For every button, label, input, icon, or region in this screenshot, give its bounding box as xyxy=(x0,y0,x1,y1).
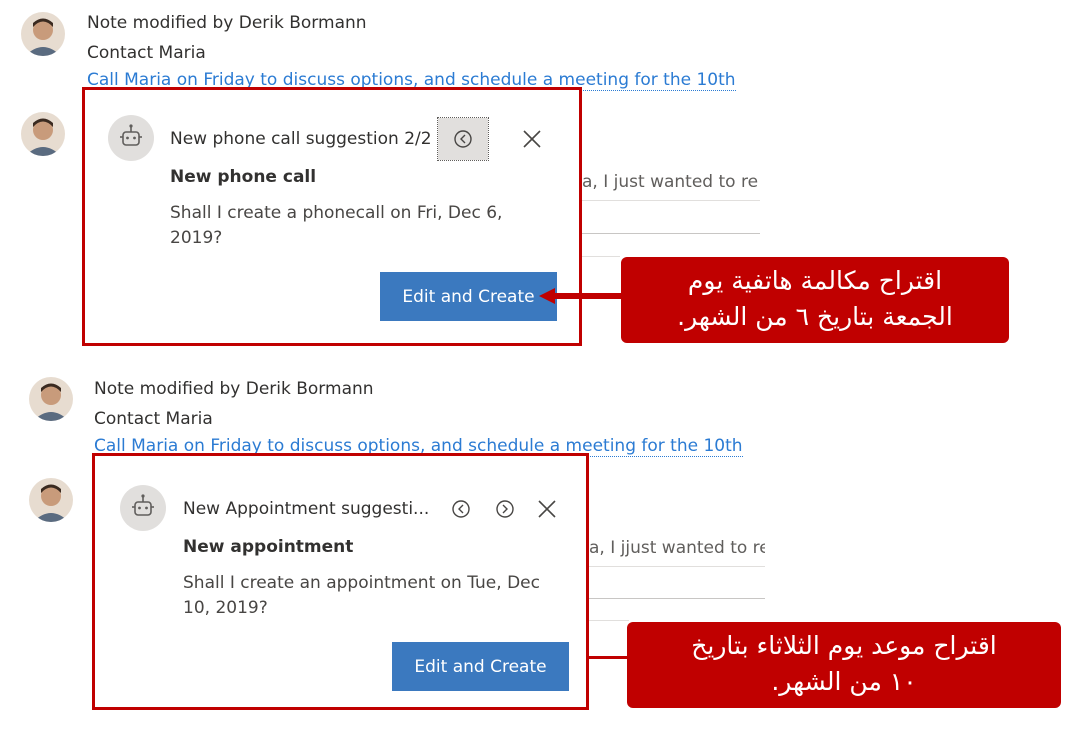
divider xyxy=(589,620,629,621)
divider xyxy=(589,566,765,567)
divider xyxy=(589,598,765,599)
callout-connector xyxy=(589,656,629,659)
note-subject: Contact Maria xyxy=(87,43,206,63)
callout-line-2: ١٠ من الشهر. xyxy=(771,667,917,696)
arabic-callout: اقتراح موعد يوم الثلاثاء بتاريخ ١٠ من ال… xyxy=(627,622,1061,708)
avatar xyxy=(29,377,73,421)
note-subject: Contact Maria xyxy=(94,409,213,429)
callout-arrow xyxy=(539,288,623,304)
highlight-frame xyxy=(82,87,582,346)
background-text: a, I jjust wanted to re xyxy=(589,538,765,558)
divider xyxy=(582,256,620,257)
highlight-frame xyxy=(92,453,589,710)
callout-line-2: الجمعة بتاريخ ٦ من الشهر. xyxy=(677,302,953,331)
avatar xyxy=(29,478,73,522)
avatar xyxy=(21,12,65,56)
arabic-callout: اقتراح مكالمة هاتفية يوم الجمعة بتاريخ ٦… xyxy=(621,257,1009,343)
avatar xyxy=(21,112,65,156)
divider xyxy=(582,200,760,201)
divider xyxy=(582,233,760,234)
callout-line-1: اقتراح موعد يوم الثلاثاء بتاريخ xyxy=(691,631,997,660)
note-title: Note modified by Derik Bormann xyxy=(94,379,374,399)
callout-line-1: اقتراح مكالمة هاتفية يوم xyxy=(687,266,943,295)
note-title: Note modified by Derik Bormann xyxy=(87,13,367,33)
background-text: a, I just wanted to re xyxy=(582,172,759,192)
